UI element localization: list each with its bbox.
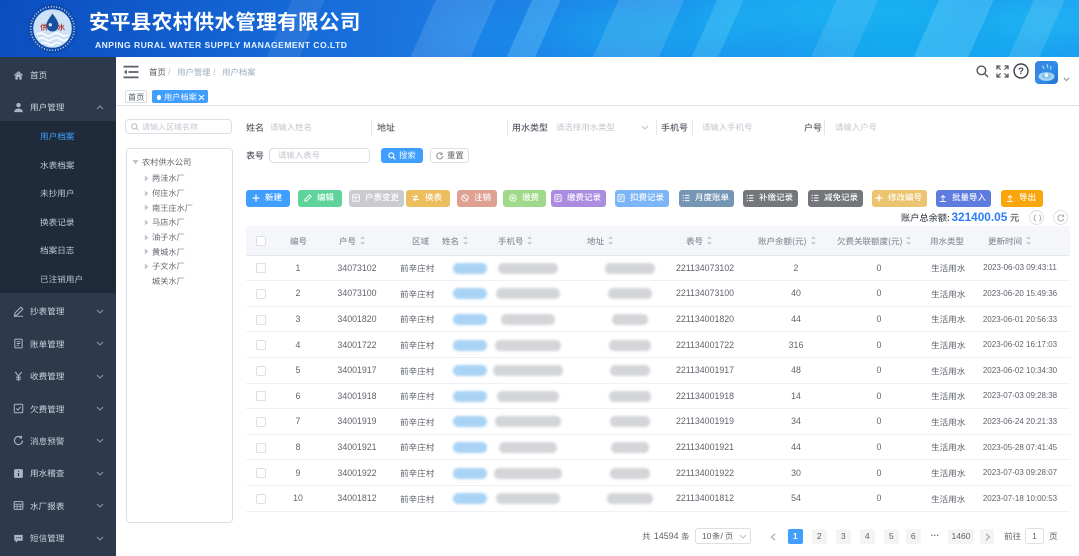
svg-text:?: ? xyxy=(1018,66,1024,77)
